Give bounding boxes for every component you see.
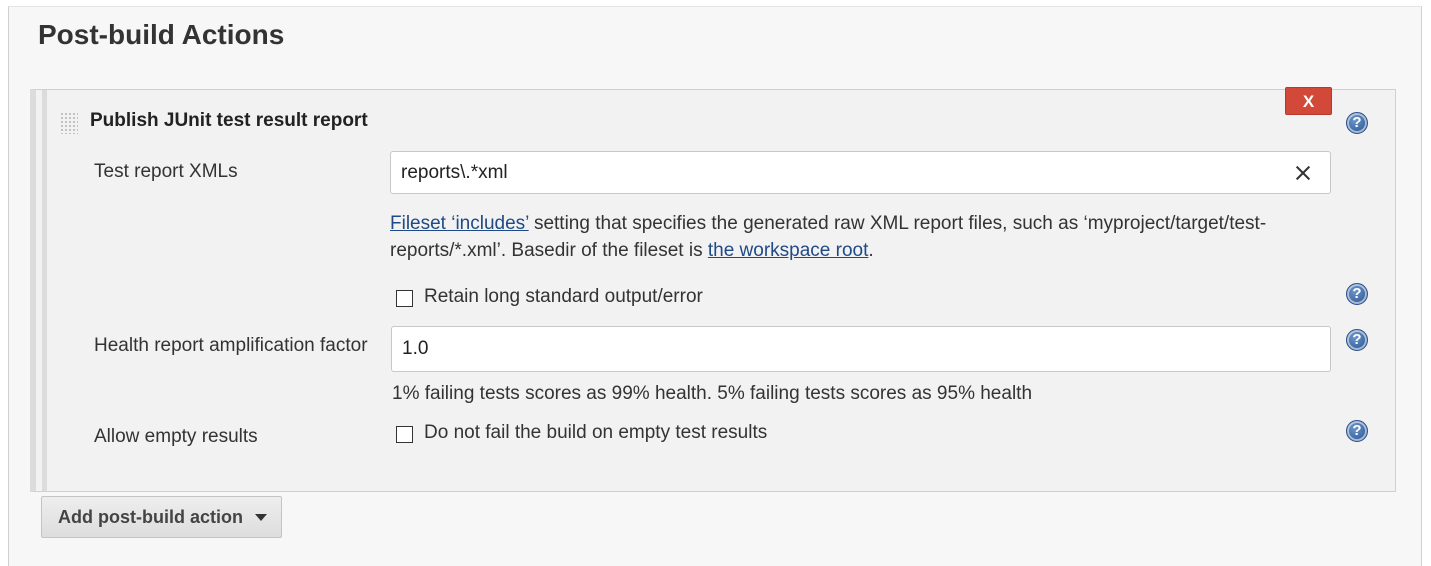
test-report-label: Test report XMLs: [94, 161, 238, 182]
action-title: Publish JUnit test result report: [90, 110, 368, 131]
section-title: Post-build Actions: [38, 19, 285, 50]
empty-results-checkbox[interactable]: [396, 426, 413, 443]
fileset-includes-link[interactable]: Fileset ‘includes’: [390, 213, 529, 234]
drag-handle-icon[interactable]: [60, 112, 78, 134]
test-report-help-text: Fileset ‘includes’ setting that specifie…: [390, 210, 1325, 264]
health-factor-field: [391, 326, 1331, 372]
empty-results-row: Do not fail the build on empty test resu…: [396, 421, 767, 445]
retain-output-checkbox[interactable]: [396, 290, 413, 307]
empty-results-label: Allow empty results: [94, 426, 258, 447]
health-factor-label: Health report amplification factor: [94, 335, 368, 356]
caret-down-icon: [254, 513, 267, 521]
health-factor-help-text: 1% failing tests scores as 99% health. 5…: [392, 383, 1033, 404]
delete-action-button[interactable]: X: [1285, 87, 1332, 115]
add-post-build-action-button[interactable]: Add post-build action: [41, 496, 282, 538]
empty-results-checkbox-label: Do not fail the build on empty test resu…: [424, 422, 768, 443]
empty-results-help-icon[interactable]: ?: [1346, 420, 1368, 442]
help-text-part-2: .: [868, 240, 874, 261]
retain-output-label: Retain long standard output/error: [424, 286, 703, 307]
test-report-input[interactable]: [391, 152, 1330, 193]
retain-output-row: Retain long standard output/error: [396, 285, 703, 309]
test-report-field: [390, 151, 1331, 194]
clear-icon[interactable]: [1294, 164, 1312, 182]
add-action-label: Add post-build action: [58, 506, 243, 527]
block-side-bar: [42, 90, 47, 491]
health-factor-input[interactable]: [392, 327, 1330, 371]
workspace-root-link[interactable]: the workspace root: [708, 240, 869, 261]
page: Post-build Actions Publish JUnit test re…: [0, 0, 1431, 566]
health-factor-help-icon[interactable]: ?: [1346, 329, 1368, 351]
retain-output-help-icon[interactable]: ?: [1346, 283, 1368, 305]
action-help-icon[interactable]: ?: [1346, 112, 1368, 134]
